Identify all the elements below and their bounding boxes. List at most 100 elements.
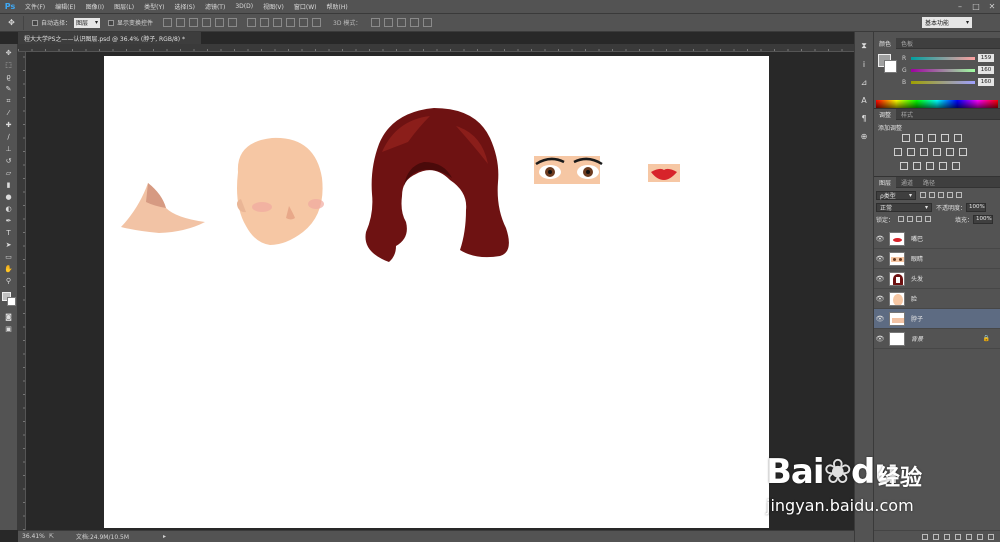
3d-roll-icon[interactable]: [384, 18, 394, 27]
status-menu-arrow-icon[interactable]: ▸: [163, 533, 166, 540]
selective-color-icon[interactable]: [952, 162, 960, 170]
align-right-icon[interactable]: [228, 18, 238, 27]
lock-transparent-icon[interactable]: [898, 216, 905, 222]
slider-red-value[interactable]: 159: [978, 54, 994, 62]
tab-paths[interactable]: 路径: [918, 177, 940, 188]
eye-icon[interactable]: 👁: [874, 335, 886, 343]
menu-layer[interactable]: 图层(L): [109, 2, 139, 11]
screen-mode-icon[interactable]: ▣: [2, 324, 16, 335]
maximize-icon[interactable]: □: [970, 1, 982, 12]
color-lookup-icon[interactable]: [959, 148, 967, 156]
move-tool-icon[interactable]: ✥: [2, 48, 16, 59]
menu-filter[interactable]: 滤镜(T): [200, 2, 230, 11]
menu-help[interactable]: 帮助(H): [322, 2, 353, 11]
export-icon[interactable]: ⇱: [49, 533, 54, 540]
background-color-swatch[interactable]: [6, 297, 16, 306]
filter-shape-icon[interactable]: [947, 192, 953, 198]
eyedropper-tool-icon[interactable]: ⁄: [2, 108, 16, 119]
menu-image[interactable]: 图像(I): [81, 2, 109, 11]
clone-source-panel-icon[interactable]: ⊕: [858, 130, 870, 142]
threshold-icon[interactable]: [926, 162, 934, 170]
menu-view[interactable]: 视图(V): [258, 2, 289, 11]
3d-drag-icon[interactable]: [397, 18, 407, 27]
dodge-tool-icon[interactable]: ◐: [2, 204, 16, 215]
align-hcenter-icon[interactable]: [215, 18, 225, 27]
slider-blue[interactable]: B 160: [902, 78, 997, 86]
fill-input[interactable]: 100%: [973, 214, 994, 224]
curves-icon[interactable]: [928, 134, 936, 142]
history-brush-tool-icon[interactable]: ↺: [2, 156, 16, 167]
opacity-input[interactable]: 100%: [966, 202, 987, 212]
menu-file[interactable]: 文件(F): [20, 2, 50, 11]
layer-filter-dropdown[interactable]: ρ类型 ▾: [876, 190, 916, 200]
tab-layers[interactable]: 图层: [874, 176, 897, 188]
quick-select-tool-icon[interactable]: ✎: [2, 84, 16, 95]
tab-adjustments[interactable]: 调整: [874, 108, 897, 120]
healing-brush-tool-icon[interactable]: ✚: [2, 120, 16, 131]
distribute-top-icon[interactable]: [247, 18, 257, 27]
filter-adjustment-icon[interactable]: [929, 192, 935, 198]
lasso-tool-icon[interactable]: ϱ: [2, 72, 16, 83]
blur-tool-icon[interactable]: ●: [2, 192, 16, 203]
slider-red[interactable]: R 159: [902, 54, 997, 62]
exposure-icon[interactable]: [941, 134, 949, 142]
properties-panel-icon[interactable]: ⅰ: [858, 58, 870, 70]
hue-saturation-icon[interactable]: [894, 148, 902, 156]
crop-tool-icon[interactable]: ⌗: [2, 96, 16, 107]
filter-pixel-icon[interactable]: [920, 192, 926, 198]
new-layer-icon[interactable]: [977, 533, 983, 540]
eye-icon[interactable]: 👁: [874, 295, 886, 303]
delete-layer-icon[interactable]: [988, 533, 994, 540]
align-bottom-icon[interactable]: [189, 18, 199, 27]
document-tab[interactable]: 程大大学PS之——认识图层.psd @ 36.4% (脖子, RGB/8) *: [18, 32, 201, 44]
brush-panel-icon[interactable]: ⊿: [858, 76, 870, 88]
slider-green-value[interactable]: 160: [978, 66, 994, 74]
color-balance-icon[interactable]: [907, 148, 915, 156]
filter-smart-object-icon[interactable]: [956, 192, 962, 198]
lock-all-icon[interactable]: [925, 216, 932, 222]
zoom-tool-icon[interactable]: ⚲: [2, 276, 16, 287]
distribute-vcenter-icon[interactable]: [260, 18, 270, 27]
color-spectrum[interactable]: [876, 100, 998, 108]
paragraph-panel-icon[interactable]: ¶: [858, 112, 870, 124]
tab-styles[interactable]: 样式: [896, 109, 918, 120]
eye-icon[interactable]: 👁: [874, 255, 886, 263]
move-tool-preset-icon[interactable]: ✥: [0, 15, 24, 30]
lock-position-icon[interactable]: [916, 216, 923, 222]
slider-blue-track[interactable]: [911, 80, 975, 84]
invert-icon[interactable]: [900, 162, 908, 170]
close-icon[interactable]: ✕: [986, 1, 998, 12]
history-panel-icon[interactable]: ⧗: [858, 40, 870, 52]
slider-green-track[interactable]: [911, 68, 975, 72]
shape-tool-icon[interactable]: ▭: [2, 252, 16, 263]
menu-edit[interactable]: 编辑(E): [50, 2, 80, 11]
layer-row-face[interactable]: 👁 脸: [874, 289, 1000, 309]
3d-rotate-icon[interactable]: [371, 18, 381, 27]
eye-icon[interactable]: 👁: [874, 315, 886, 323]
slider-red-track[interactable]: [911, 56, 975, 60]
vibrance-icon[interactable]: [954, 134, 962, 142]
clone-stamp-tool-icon[interactable]: ⊥: [2, 144, 16, 155]
distribute-left-icon[interactable]: [286, 18, 296, 27]
distribute-right-icon[interactable]: [312, 18, 322, 27]
menu-window[interactable]: 窗口(W): [289, 2, 322, 11]
color-panel-background-swatch[interactable]: [884, 60, 897, 73]
menu-type[interactable]: 类型(Y): [139, 2, 169, 11]
minimize-icon[interactable]: –: [954, 1, 966, 12]
layer-row-background[interactable]: 👁 背景 🔒: [874, 329, 1000, 349]
3d-scale-icon[interactable]: [423, 18, 433, 27]
show-transform-checkbox[interactable]: [108, 19, 115, 26]
marquee-tool-icon[interactable]: ⬚: [2, 60, 16, 71]
auto-select-checkbox[interactable]: [32, 19, 38, 26]
layer-row-hair[interactable]: 👁 头发: [874, 269, 1000, 289]
workspace-dropdown[interactable]: 基本功能 ▾: [922, 17, 972, 28]
distribute-hcenter-icon[interactable]: [299, 18, 309, 27]
slider-blue-value[interactable]: 160: [978, 78, 994, 86]
menu-select[interactable]: 选择(S): [169, 2, 200, 11]
quick-mask-icon[interactable]: ◙: [2, 312, 16, 323]
brightness-icon[interactable]: [902, 134, 910, 142]
auto-select-dropdown[interactable]: 图层 ▾: [74, 17, 101, 28]
gradient-map-icon[interactable]: [939, 162, 947, 170]
layer-row-mouth[interactable]: 👁 嘴巴: [874, 229, 1000, 249]
eye-icon[interactable]: 👁: [874, 235, 886, 243]
